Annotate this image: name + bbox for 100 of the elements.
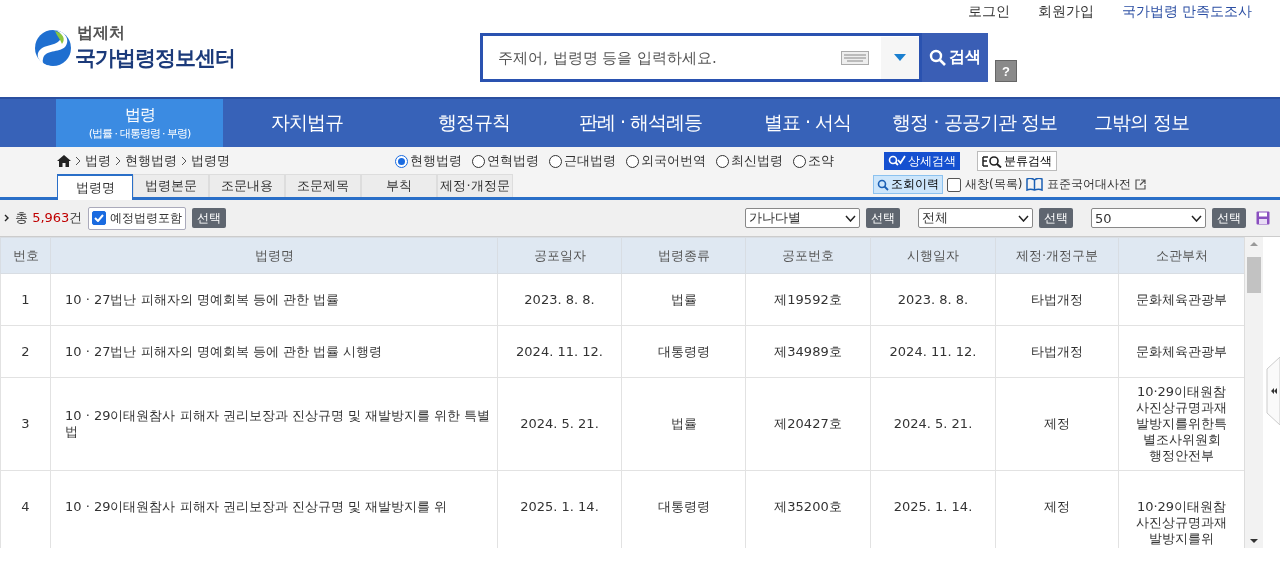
- select-dropdown[interactable]: 가나다별: [745, 208, 860, 228]
- column-header[interactable]: 번호: [0, 237, 51, 274]
- tab[interactable]: 조문내용: [209, 174, 285, 197]
- total-count: 총 5,963건: [15, 209, 83, 227]
- radio-label[interactable]: 연혁법령: [487, 152, 539, 170]
- table-cell: 타법개정: [995, 273, 1119, 326]
- apply-button[interactable]: 선택: [192, 208, 227, 228]
- radio-label[interactable]: 근대법령: [564, 152, 616, 170]
- caret-icon: [894, 54, 906, 61]
- nav-tab[interactable]: 법령 (법률 · 대통령령 · 부령): [56, 99, 223, 147]
- table-cell: 2024. 11. 12.: [497, 325, 622, 378]
- table-cell: 제19592호: [745, 273, 871, 326]
- chevron-down-icon: [1191, 214, 1202, 222]
- search-icon: [877, 178, 889, 191]
- scrollbar[interactable]: [1244, 237, 1263, 548]
- column-header[interactable]: 제정·개정구분: [995, 237, 1119, 274]
- radio-label[interactable]: 외국어번역: [641, 152, 706, 170]
- tab[interactable]: 부칙: [361, 174, 437, 197]
- nav-tab[interactable]: 별표 · 서식: [724, 99, 891, 147]
- site-title[interactable]: 국가법령정보센터: [75, 44, 235, 72]
- radio-button[interactable]: [793, 154, 806, 168]
- table-cell: 법률: [621, 377, 746, 471]
- table-cell: 제20427호: [745, 377, 871, 471]
- table-cell: 타법개정: [995, 325, 1119, 378]
- header-link[interactable]: 국가법령 만족도조사: [1121, 3, 1252, 21]
- search-check-icon: [888, 155, 906, 167]
- tab[interactable]: 법령명: [57, 174, 133, 200]
- column-header[interactable]: 공포번호: [745, 237, 871, 274]
- chevron-down-icon: [1018, 214, 1029, 222]
- search-button[interactable]: 검색: [922, 33, 988, 82]
- column-header[interactable]: 법령명: [50, 237, 498, 274]
- checkbox[interactable]: [92, 211, 107, 225]
- header-link[interactable]: 로그인: [967, 3, 1010, 21]
- table-cell: 제정: [995, 377, 1119, 471]
- radio-label[interactable]: 조약: [808, 152, 834, 170]
- list-search-icon: [982, 154, 1002, 168]
- select-dropdown[interactable]: 전체: [918, 208, 1033, 228]
- table-cell: 1: [0, 273, 51, 326]
- home-icon[interactable]: [57, 155, 71, 167]
- table-cell: 2024. 11. 12.: [870, 325, 996, 378]
- radio-label[interactable]: 현행법령: [410, 152, 462, 170]
- law-name-link[interactable]: 10 · 27법난 피해자의 명예회복 등에 관한 법률: [50, 273, 498, 326]
- collapse-handle-icon[interactable]: [1265, 357, 1280, 425]
- law-name-link[interactable]: 10 · 27법난 피해자의 명예회복 등에 관한 법률 시행령: [50, 325, 498, 378]
- save-icon[interactable]: [1256, 211, 1270, 225]
- radio-label[interactable]: 최신법령: [731, 152, 783, 170]
- table-cell: 3: [0, 377, 51, 471]
- header-link[interactable]: 회원가입: [1037, 3, 1094, 21]
- agency-name: 법제처: [77, 23, 126, 44]
- tab[interactable]: 제정·개정문: [437, 174, 513, 197]
- radio-button[interactable]: [395, 154, 408, 168]
- checkbox-label[interactable]: 새창(목록): [965, 176, 1023, 193]
- radio-button[interactable]: [626, 154, 639, 168]
- nav-tab[interactable]: 행정 · 공공기관 정보: [891, 99, 1058, 147]
- table-cell: 2023. 8. 8.: [870, 273, 996, 326]
- law-name-link[interactable]: 10 · 29이태원참사 피해자 권리보장과 진상규명 및 재발방지를 위한 특별법: [50, 377, 498, 471]
- table-cell: 2: [0, 325, 51, 378]
- apply-button[interactable]: 선택: [1039, 208, 1073, 228]
- chevron-icon: [75, 156, 81, 166]
- column-header[interactable]: 시행일자: [870, 237, 996, 274]
- external-link-icon[interactable]: [1135, 179, 1147, 190]
- chevron-icon: [181, 156, 187, 166]
- tab[interactable]: 조문제목: [285, 174, 361, 197]
- nav-tab[interactable]: 판례 · 해석례등: [557, 99, 724, 147]
- table-cell: 제34989호: [745, 325, 871, 378]
- table-cell: 2023. 8. 8.: [497, 273, 622, 326]
- select-dropdown[interactable]: 50: [1091, 208, 1206, 228]
- scrollbar-thumb[interactable]: [1247, 257, 1261, 293]
- radio-button[interactable]: [716, 154, 729, 168]
- category-search-button[interactable]: 분류검색: [977, 151, 1057, 171]
- book-icon: [1026, 178, 1044, 191]
- detail-search-button[interactable]: 상세검색: [884, 152, 960, 170]
- table-cell: 2024. 5. 21.: [497, 377, 622, 471]
- search-icon: [929, 49, 946, 66]
- table-cell: 4: [0, 470, 51, 548]
- apply-button[interactable]: 선택: [1212, 208, 1246, 228]
- tab[interactable]: 법령본문: [133, 174, 209, 197]
- radio-button[interactable]: [549, 154, 562, 168]
- apply-button[interactable]: 선택: [866, 208, 900, 228]
- dropdown-button[interactable]: [881, 36, 919, 79]
- breadcrumb-item[interactable]: 법령: [85, 152, 111, 170]
- search-box[interactable]: 주제어, 법령명 등을 입력하세요.: [480, 33, 922, 82]
- nav-tab[interactable]: 행정규칙: [390, 99, 557, 147]
- history-button[interactable]: 조회이력: [873, 175, 943, 194]
- breadcrumb-item[interactable]: 현행법령: [125, 152, 177, 170]
- breadcrumb-item[interactable]: 법령명: [191, 152, 230, 170]
- dictionary-link[interactable]: 표준국어대사전: [1047, 176, 1132, 193]
- chevron-icon: [4, 214, 9, 222]
- table-cell: 2024. 5. 21.: [870, 377, 996, 471]
- column-header[interactable]: 법령종류: [621, 237, 746, 274]
- chevron-down-icon: [845, 214, 856, 222]
- nav-tab[interactable]: 그밖의 정보: [1058, 99, 1225, 147]
- checkbox[interactable]: [947, 177, 961, 192]
- column-header[interactable]: 공포일자: [497, 237, 622, 274]
- chevron-icon: [115, 156, 121, 166]
- radio-button[interactable]: [472, 154, 485, 168]
- column-header[interactable]: 소관부처: [1118, 237, 1244, 274]
- table-cell: 법률: [621, 273, 746, 326]
- table-cell: 대통령령: [621, 325, 746, 378]
- nav-tab[interactable]: 자치법규: [223, 99, 390, 147]
